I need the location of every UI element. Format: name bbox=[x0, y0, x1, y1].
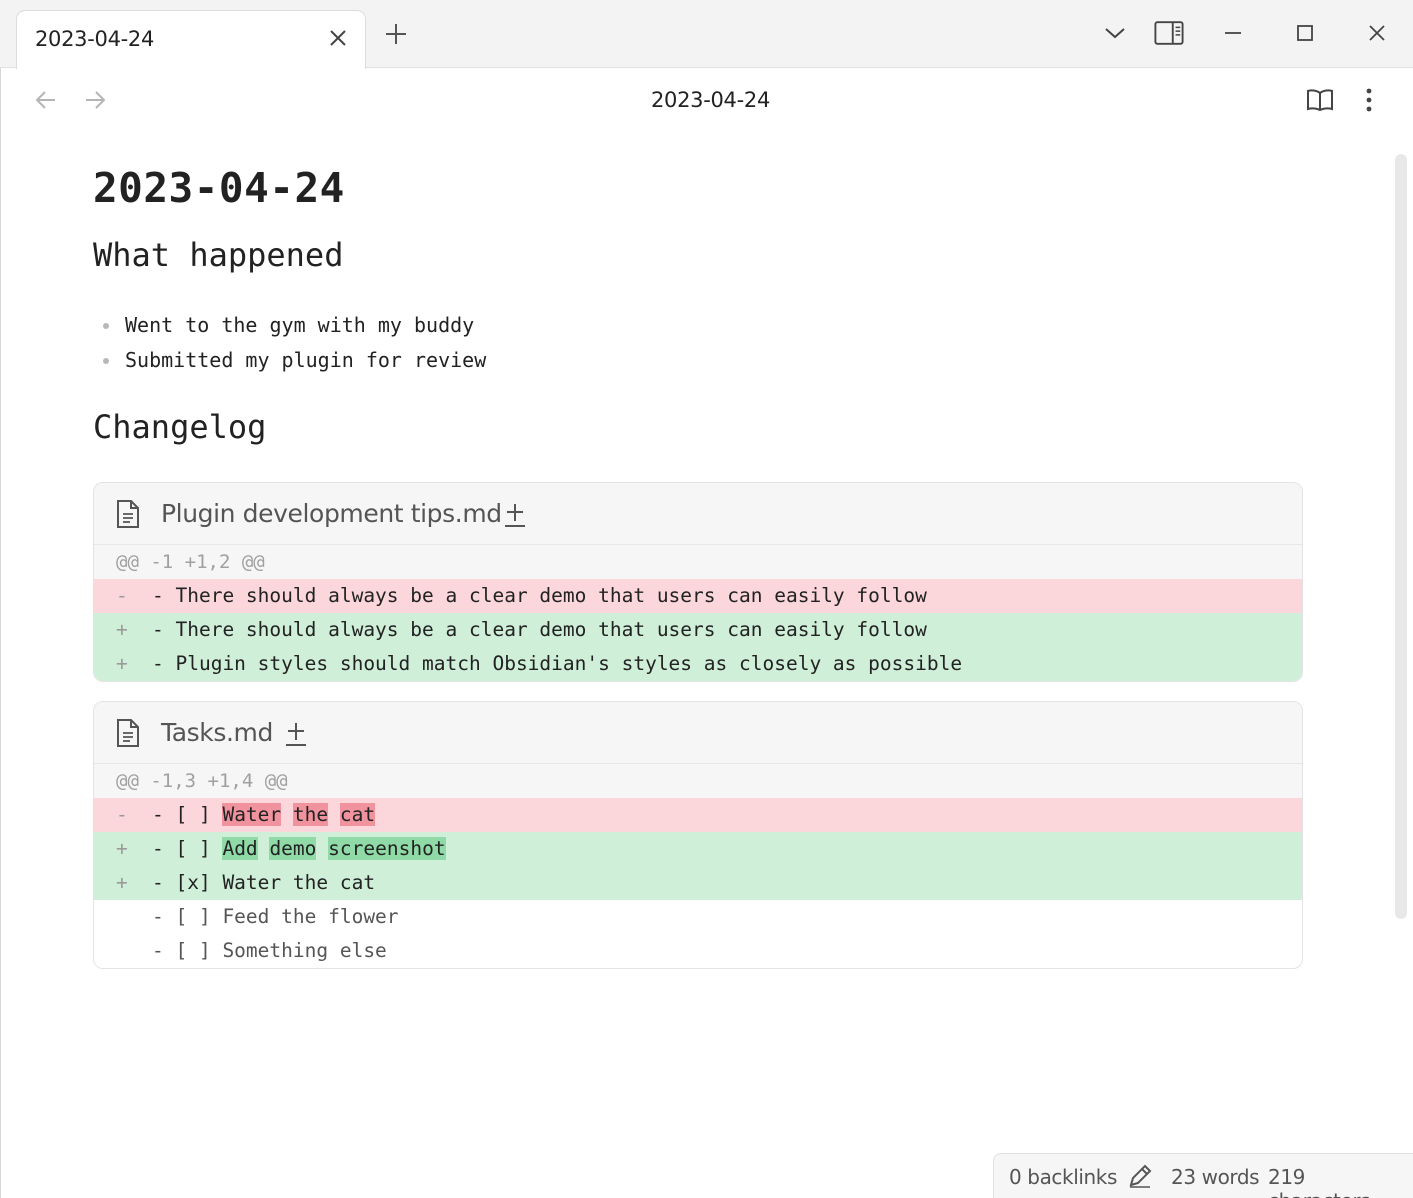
diff-code: - [ ] Water the cat bbox=[152, 798, 376, 832]
backlinks-count[interactable]: 0 backlinks bbox=[1009, 1165, 1117, 1189]
tab-active[interactable]: 2023-04-24 bbox=[16, 10, 366, 69]
list-item: Went to the gym with my buddy bbox=[93, 310, 486, 345]
heading-changelog: Changelog bbox=[93, 408, 267, 446]
diff-word-added: Add bbox=[222, 837, 258, 860]
plus-icon[interactable] bbox=[382, 20, 410, 48]
view-title: 2023-04-24 bbox=[650, 88, 771, 112]
diff-word-deleted: the bbox=[292, 803, 329, 826]
view-header: 2023-04-24 bbox=[0, 69, 1413, 131]
tab-title: 2023-04-24 bbox=[35, 27, 155, 51]
window-edge bbox=[0, 0, 1, 1198]
diff-file-name[interactable]: Tasks.md bbox=[161, 718, 273, 747]
minimize-icon[interactable] bbox=[1218, 18, 1248, 48]
pencil-icon[interactable] bbox=[1127, 1163, 1153, 1194]
diff-code: - [ ] Add demo screenshot bbox=[152, 832, 446, 866]
diff-line-added: + - [ ] Add demo screenshot bbox=[94, 832, 1302, 866]
note-title: 2023-04-24 bbox=[93, 164, 345, 212]
more-vertical-icon[interactable] bbox=[1354, 85, 1384, 115]
expand-icon[interactable] bbox=[283, 720, 309, 748]
diff-code: - There should always be a clear demo th… bbox=[152, 618, 927, 641]
diff-sign: + bbox=[116, 837, 128, 860]
file-text-icon bbox=[114, 499, 142, 529]
expand-icon[interactable] bbox=[502, 501, 528, 529]
diff-card-header: Tasks.md bbox=[94, 702, 1302, 764]
diff-code: - Plugin styles should match Obsidian's … bbox=[152, 652, 963, 675]
close-window-icon[interactable] bbox=[1362, 18, 1392, 48]
chevron-down-icon[interactable] bbox=[1100, 18, 1130, 48]
diff-card: Tasks.md @@ -1,3 +1,4 @@ - - [ ] Water t… bbox=[93, 701, 1303, 969]
diff-sign: - bbox=[116, 803, 128, 826]
diff-code: - There should always be a clear demo th… bbox=[152, 584, 927, 607]
diff-sign: + bbox=[116, 618, 128, 641]
diff-sign: + bbox=[116, 871, 128, 894]
diff-code: - [x] Water the cat bbox=[152, 871, 376, 894]
diff-word-added: screenshot bbox=[328, 837, 446, 860]
sidebar-toggle-icon[interactable] bbox=[1154, 18, 1184, 48]
scrollbar[interactable] bbox=[1395, 154, 1407, 919]
diff-line-deleted: - - [ ] Water the cat bbox=[94, 798, 1302, 832]
word-count: 23 words bbox=[1171, 1165, 1260, 1189]
diff-line-added: + - [x] Water the cat bbox=[94, 866, 1302, 900]
diff-line-context: - [ ] Something else bbox=[94, 934, 1302, 968]
diff-prefix: - [ ] bbox=[152, 803, 223, 826]
character-count: 219 characters bbox=[1268, 1165, 1371, 1198]
diff-sign: - bbox=[116, 584, 128, 607]
tab-bar: 2023-04-24 bbox=[0, 0, 1413, 69]
heading-what-happened: What happened bbox=[93, 236, 344, 274]
status-bar: 0 backlinks 23 words 219 characters bbox=[993, 1153, 1413, 1198]
diff-line-deleted: - - There should always be a clear demo … bbox=[94, 579, 1302, 613]
diff-hunk-header: @@ -1 +1,2 @@ bbox=[94, 545, 1302, 579]
diff-word-deleted: Water bbox=[222, 803, 282, 826]
diff-line-context: - [ ] Feed the flower bbox=[94, 900, 1302, 934]
diff-word-deleted: cat bbox=[339, 803, 376, 826]
book-open-icon[interactable] bbox=[1305, 85, 1335, 115]
bullet-list: Went to the gym with my buddy Submitted … bbox=[93, 310, 486, 380]
diff-card: Plugin development tips.md @@ -1 +1,2 @@… bbox=[93, 482, 1303, 682]
diff-line-added: + - There should always be a clear demo … bbox=[94, 613, 1302, 647]
diff-file-name[interactable]: Plugin development tips.md bbox=[161, 499, 502, 528]
file-text-icon bbox=[114, 718, 142, 748]
diff-word-added: demo bbox=[269, 837, 317, 860]
diff-prefix: - [ ] bbox=[152, 837, 223, 860]
diff-card-header: Plugin development tips.md bbox=[94, 483, 1302, 545]
close-icon[interactable] bbox=[325, 25, 351, 51]
list-item: Submitted my plugin for review bbox=[93, 345, 486, 380]
diff-code: - [ ] Feed the flower bbox=[152, 905, 399, 928]
diff-hunk-header: @@ -1,3 +1,4 @@ bbox=[94, 764, 1302, 798]
diff-code: - [ ] Something else bbox=[152, 939, 387, 962]
diff-sign: + bbox=[116, 652, 128, 675]
diff-line-added: + - Plugin styles should match Obsidian'… bbox=[94, 647, 1302, 681]
maximize-icon[interactable] bbox=[1290, 18, 1320, 48]
